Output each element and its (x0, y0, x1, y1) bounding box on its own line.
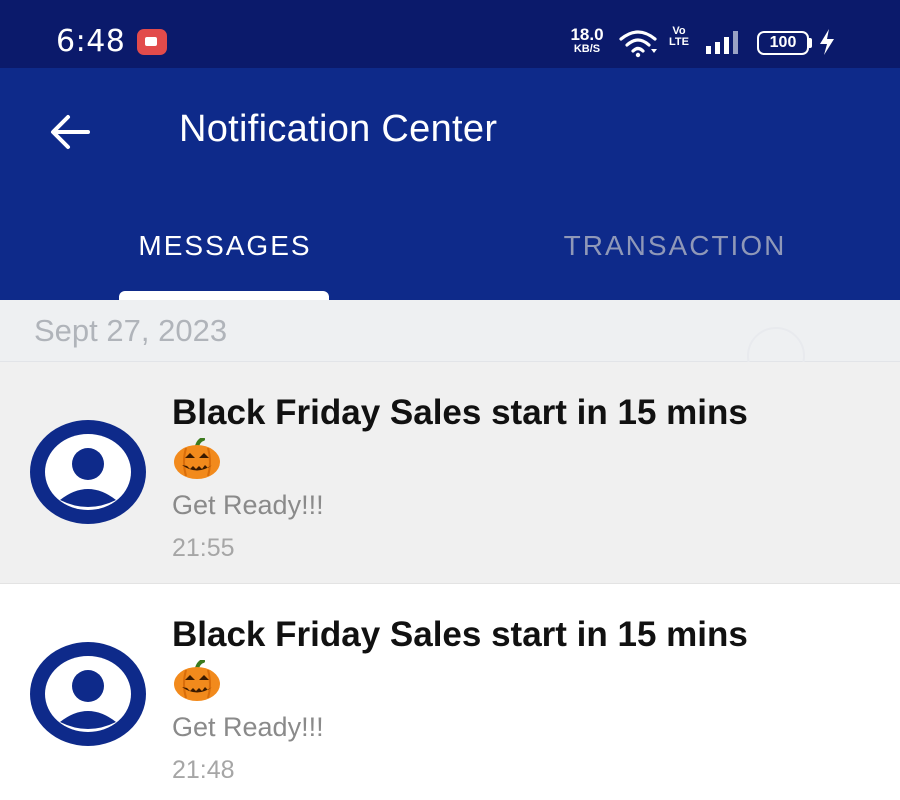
charging-bolt-icon (820, 29, 834, 55)
wifi-icon (619, 30, 657, 58)
network-speed-unit: KB/S (573, 43, 601, 55)
volte-bottom-text: LTE (669, 36, 689, 48)
message-body: Get Ready!!! (172, 490, 324, 520)
battery-icon: 100 (757, 31, 809, 55)
arrow-left-icon[interactable] (46, 112, 94, 152)
message-time: 21:55 (172, 534, 235, 562)
screen-record-icon (137, 29, 167, 55)
tab-transaction[interactable]: TRANSACTION (520, 230, 830, 262)
message-item[interactable]: Black Friday Sales start in 15 mins Get … (0, 584, 900, 800)
jack-o-lantern-icon (174, 660, 220, 701)
tab-messages[interactable]: MESSAGES (120, 230, 330, 262)
message-item[interactable]: Black Friday Sales start in 15 mins Get … (0, 362, 900, 584)
user-avatar-icon (30, 420, 146, 524)
message-title: Black Friday Sales start in 15 mins (172, 393, 748, 432)
battery-tip (808, 38, 812, 48)
volte-icon: Vo LTE (664, 26, 694, 48)
signal-icon (706, 31, 738, 54)
message-title: Black Friday Sales start in 15 mins (172, 615, 748, 654)
network-speed: 18.0 KB/S (566, 26, 608, 55)
status-time: 6:48 (56, 24, 126, 59)
date-header-text: Sept 27, 2023 (34, 313, 228, 348)
message-time: 21:48 (172, 756, 235, 784)
jack-o-lantern-icon (174, 438, 220, 479)
network-speed-value: 18.0 (570, 25, 604, 44)
page-title: Notification Center (179, 108, 498, 150)
user-avatar-icon (30, 642, 146, 746)
status-bar: 6:48 18.0 KB/S Vo LTE 100 (0, 0, 900, 68)
message-body: Get Ready!!! (172, 712, 324, 742)
